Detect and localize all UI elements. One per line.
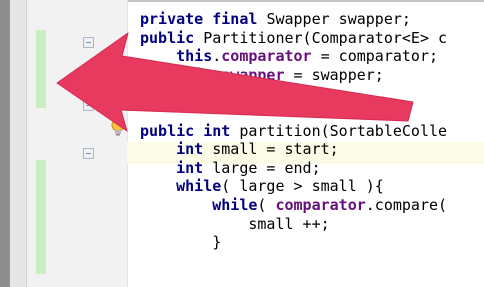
code-keyword: public xyxy=(140,28,204,47)
code-text: partition(SortableColle xyxy=(239,121,448,140)
code-text: .compare( xyxy=(365,195,448,214)
code-keyword: private final xyxy=(140,10,267,28)
code-line[interactable]: private final Swapper swapper; xyxy=(140,10,484,29)
code-keyword: while xyxy=(176,177,222,196)
code-text: ( large > small ){ xyxy=(221,177,384,196)
code-keyword: int xyxy=(176,140,213,159)
code-text: = comparator; xyxy=(311,47,439,66)
code-line[interactable]: small ++; xyxy=(140,215,484,234)
code-line[interactable]: public Partitioner(Comparator<E> c xyxy=(140,29,484,48)
code-editor[interactable]: private final Swapper swapper; public Par… xyxy=(140,10,484,252)
code-text: Partitioner(Comparator<E> c xyxy=(203,28,448,47)
code-line[interactable]: } xyxy=(140,84,484,103)
fold-toggle-icon[interactable] xyxy=(83,37,94,48)
vcs-change-marker[interactable] xyxy=(36,160,46,274)
code-field: swapper xyxy=(221,65,285,84)
fold-toggle-icon[interactable] xyxy=(83,148,94,159)
code-line[interactable]: while( large > small ){ xyxy=(140,177,484,196)
code-text: Swapper swapper; xyxy=(266,10,411,28)
code-text: } xyxy=(212,233,222,252)
code-line[interactable]: int large = end; xyxy=(140,159,484,178)
window-left-frame xyxy=(0,0,10,287)
editor-left-strip xyxy=(10,0,27,287)
code-keyword: public int xyxy=(140,121,240,140)
code-keyword: this xyxy=(176,47,213,66)
code-text: = swapper; xyxy=(284,65,384,84)
fold-toggle-icon[interactable] xyxy=(83,100,94,111)
code-field: comparator xyxy=(221,47,312,66)
code-text: } xyxy=(140,84,150,103)
code-line[interactable]: this.swapper = swapper; xyxy=(140,66,484,85)
lightbulb-icon[interactable] xyxy=(111,118,125,136)
code-keyword: this xyxy=(176,65,213,84)
vcs-change-marker[interactable] xyxy=(36,30,46,108)
code-keyword: while xyxy=(212,195,258,214)
code-field: comparator xyxy=(275,195,366,214)
code-text: large = end; xyxy=(212,158,321,177)
code-line[interactable]: public int partition(SortableColle xyxy=(140,122,484,141)
code-text: . xyxy=(212,65,222,84)
code-line[interactable]: while( comparator.compare( xyxy=(140,196,484,215)
code-text: small ++; xyxy=(248,214,330,233)
code-line[interactable]: int small = start; xyxy=(140,140,484,159)
code-text: . xyxy=(212,47,222,66)
code-line[interactable] xyxy=(140,103,484,122)
code-text: ( xyxy=(257,195,276,214)
code-text: small = start; xyxy=(212,140,339,159)
code-line[interactable]: } xyxy=(140,233,484,252)
code-keyword: int xyxy=(176,158,213,177)
code-line[interactable]: this.comparator = comparator; xyxy=(140,47,484,66)
